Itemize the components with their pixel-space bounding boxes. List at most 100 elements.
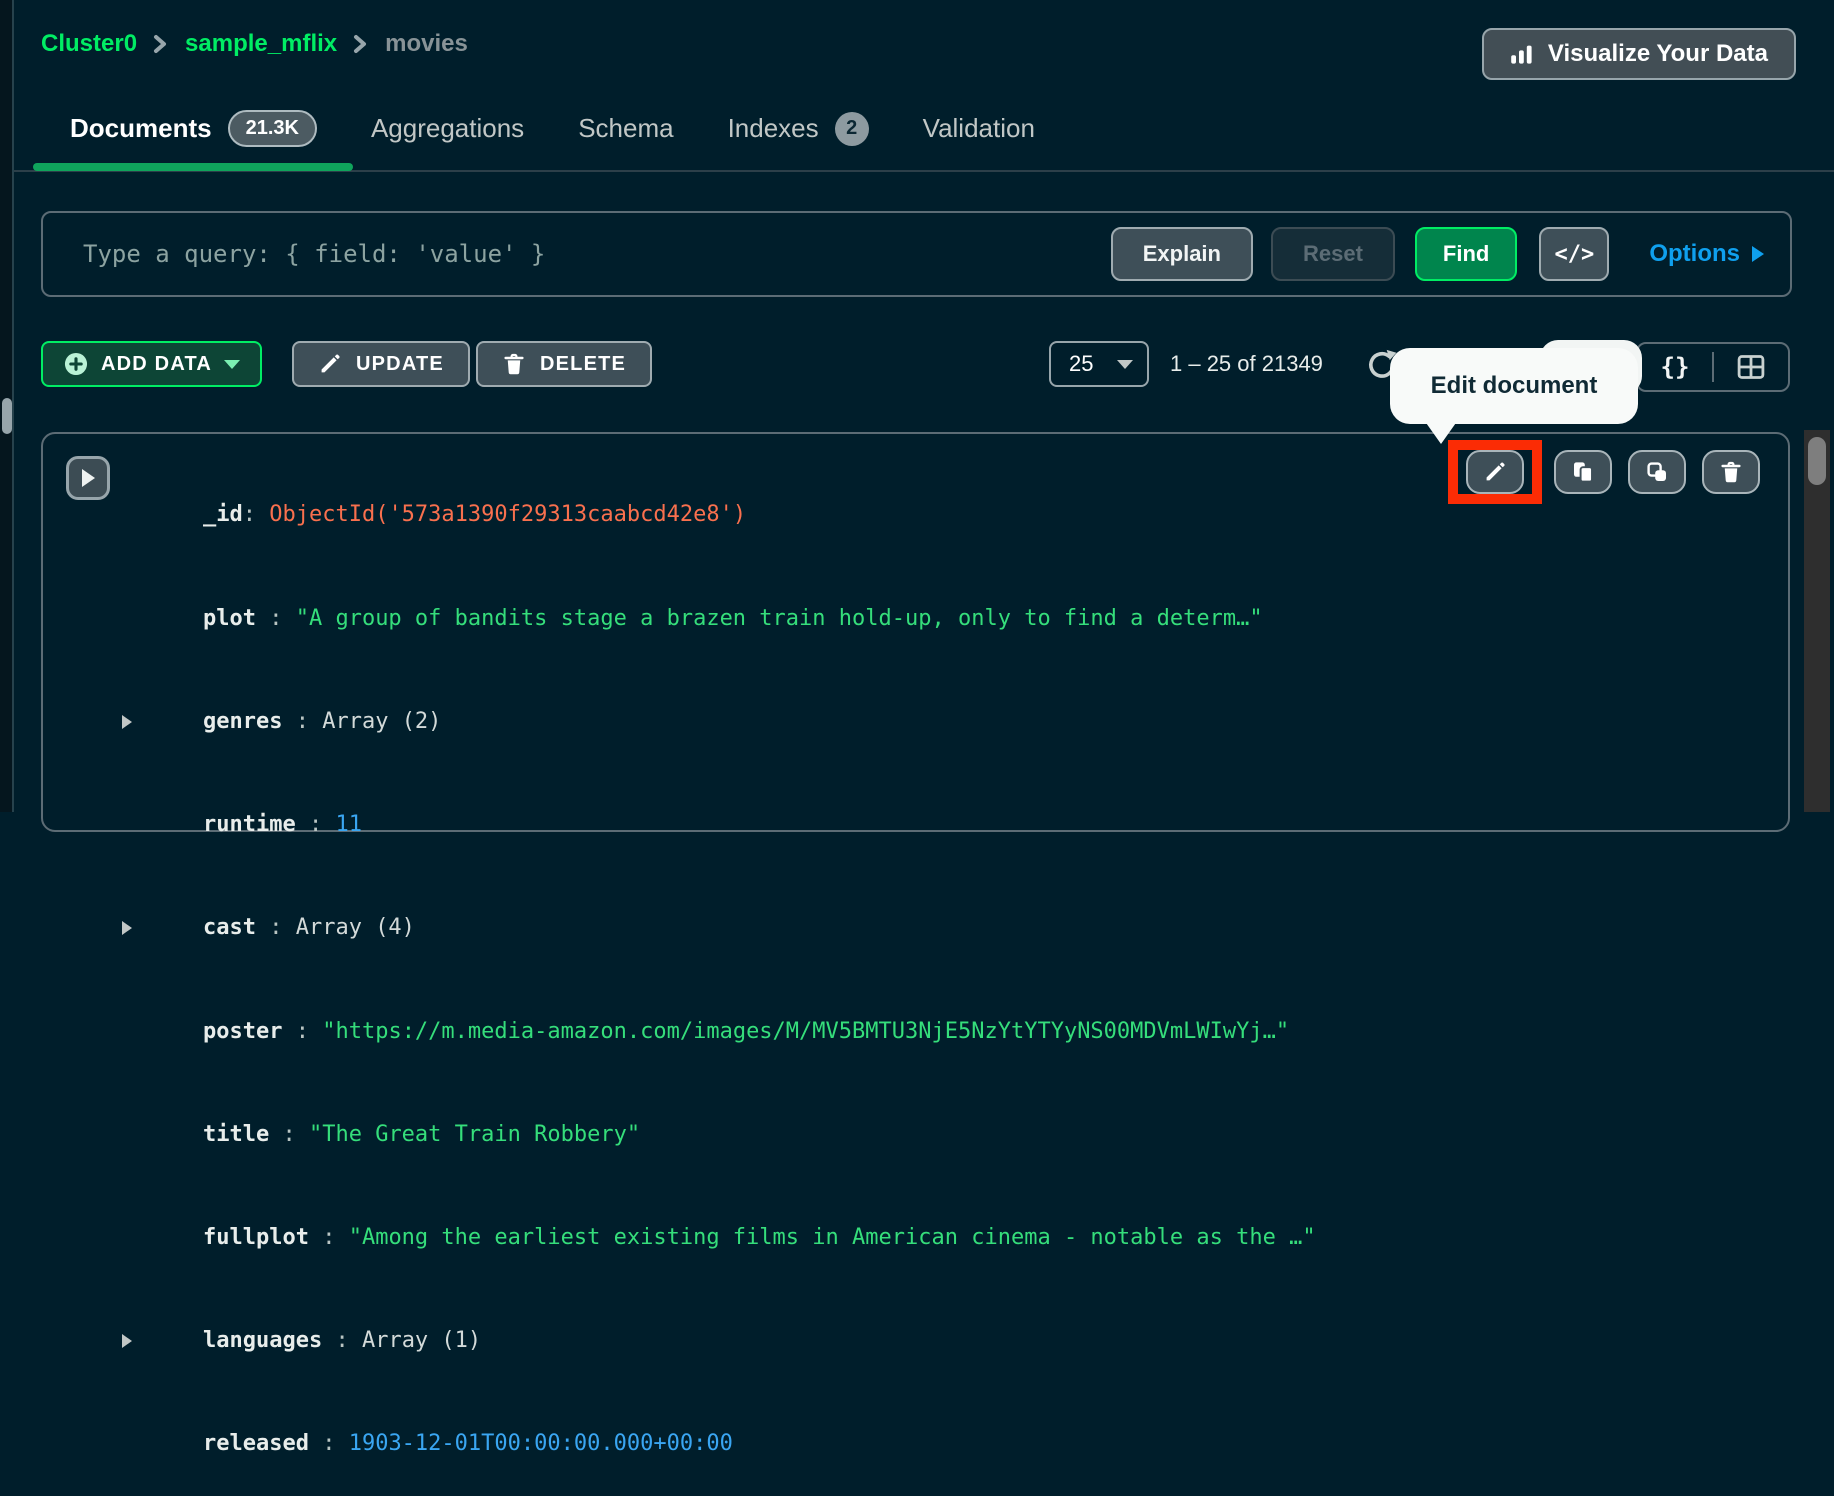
clone-document-button[interactable] <box>1628 450 1686 494</box>
field-value: Array (1) <box>362 1328 481 1353</box>
table-view-button[interactable] <box>1714 344 1788 390</box>
field-separator: : <box>256 606 296 631</box>
field-separator: : <box>256 915 296 940</box>
document-field-row: plot : "A group of bandits stage a braze… <box>150 567 1430 670</box>
field-value: "Among the earliest existing films in Am… <box>349 1225 1316 1250</box>
find-button[interactable]: Find <box>1415 227 1517 281</box>
document-field-row: genres : Array (2) <box>150 670 1430 773</box>
braces-icon: {} <box>1661 353 1690 381</box>
tab-documents[interactable]: Documents 21.3K <box>70 110 317 147</box>
tab-bar: Documents 21.3K Aggregations Schema Inde… <box>70 110 1035 147</box>
document-field-row: cast : Array (4) <box>150 877 1430 980</box>
field-key: genres <box>203 709 282 734</box>
trash-icon <box>1719 460 1743 484</box>
tab-indexes-label: Indexes <box>728 113 819 144</box>
document-field-row: title : "The Great Train Robbery" <box>150 1083 1430 1186</box>
scrollbar-thumb[interactable] <box>1808 437 1826 485</box>
field-separator: : <box>282 1019 322 1044</box>
sidebar-drag-handle[interactable] <box>2 398 12 434</box>
field-key: released <box>203 1431 309 1456</box>
pencil-icon <box>318 352 342 376</box>
field-key: title <box>203 1122 269 1147</box>
clone-icon <box>1645 460 1669 484</box>
chevron-down-icon <box>1117 360 1133 369</box>
field-key: plot <box>203 606 256 631</box>
code-toggle-button[interactable]: </> <box>1539 227 1609 281</box>
tooltip-label: Edit document <box>1431 372 1598 400</box>
reset-button[interactable]: Reset <box>1271 227 1395 281</box>
indexes-count-badge: 2 <box>835 112 869 146</box>
expand-arrow-icon[interactable] <box>122 715 132 729</box>
field-key: languages <box>203 1328 322 1353</box>
update-button[interactable]: UPDATE <box>292 341 470 387</box>
expand-arrow-icon[interactable] <box>122 921 132 935</box>
view-switcher: {} <box>1636 342 1790 392</box>
breadcrumb-collection: movies <box>385 30 468 58</box>
tab-schema-label: Schema <box>578 113 673 144</box>
trash-icon <box>502 352 526 376</box>
table-view-icon <box>1737 354 1765 380</box>
breadcrumb-cluster[interactable]: Cluster0 <box>41 30 137 58</box>
document-field-row: runtime : 11 <box>150 774 1430 877</box>
document-field-row: fullplot : "Among the earliest existing … <box>150 1187 1430 1290</box>
document-field-row: languages : Array (1) <box>150 1290 1430 1393</box>
edit-document-button[interactable] <box>1466 450 1524 494</box>
field-separator: : <box>309 1225 349 1250</box>
delete-button[interactable]: DELETE <box>476 341 652 387</box>
add-data-label: ADD DATA <box>101 353 212 376</box>
field-key: fullplot <box>203 1225 309 1250</box>
field-value: "The Great Train Robbery" <box>309 1122 640 1147</box>
bar-chart-icon <box>1510 42 1534 66</box>
field-value: "A group of bandits stage a brazen train… <box>296 606 1263 631</box>
tab-aggregations[interactable]: Aggregations <box>371 113 524 144</box>
breadcrumb-database[interactable]: sample_mflix <box>185 30 337 58</box>
field-value: 1903-12-01T00:00:00.000+00:00 <box>349 1431 733 1456</box>
field-value: 11 <box>335 812 362 837</box>
tooltip-tail <box>1424 420 1458 444</box>
field-value: "https://m.media-amazon.com/images/M/MV5… <box>322 1019 1289 1044</box>
document-fields: _id: ObjectId('573a1390f29313caabcd42e8'… <box>150 464 1430 1496</box>
documents-count-badge: 21.3K <box>228 110 317 147</box>
page-size-value: 25 <box>1069 351 1093 377</box>
expand-arrow-icon[interactable] <box>122 1334 132 1348</box>
field-key: _id <box>203 502 243 527</box>
tab-schema[interactable]: Schema <box>578 113 673 144</box>
copy-document-button[interactable] <box>1554 450 1612 494</box>
plus-circle-icon <box>63 351 89 377</box>
query-input[interactable]: Type a query: { field: 'value' } <box>83 240 1111 268</box>
field-key: runtime <box>203 812 296 837</box>
document-field-row: released : 1903-12-01T00:00:00.000+00:00 <box>150 1393 1430 1496</box>
field-value: ObjectId('573a1390f29313caabcd42e8') <box>269 502 746 527</box>
field-separator: : <box>243 502 270 527</box>
pagination-range: 1 – 25 of 21349 <box>1170 341 1323 387</box>
tab-indexes[interactable]: Indexes 2 <box>728 112 869 146</box>
field-value: Array (4) <box>296 915 415 940</box>
field-separator: : <box>322 1328 362 1353</box>
field-separator: : <box>269 1122 309 1147</box>
tab-aggregations-label: Aggregations <box>371 113 524 144</box>
field-value: Array (2) <box>322 709 441 734</box>
explain-button[interactable]: Explain <box>1111 227 1253 281</box>
json-view-button[interactable]: {} <box>1638 344 1712 390</box>
delete-document-button[interactable] <box>1702 450 1760 494</box>
delete-label: DELETE <box>540 353 626 376</box>
chevron-right-icon <box>353 34 369 54</box>
scrollbar-track <box>1804 430 1830 812</box>
document-field-row: poster : "https://m.media-amazon.com/ima… <box>150 980 1430 1083</box>
chevron-right-icon <box>153 34 169 54</box>
field-separator: : <box>309 1431 349 1456</box>
play-icon <box>82 469 95 487</box>
copy-icon <box>1571 460 1595 484</box>
visualize-your-data-button[interactable]: Visualize Your Data <box>1482 28 1796 80</box>
options-toggle[interactable]: Options <box>1649 240 1764 268</box>
breadcrumb: Cluster0 sample_mflix movies <box>41 30 468 58</box>
add-data-button[interactable]: ADD DATA <box>41 341 262 387</box>
tab-validation-label: Validation <box>923 113 1035 144</box>
update-label: UPDATE <box>356 353 444 376</box>
field-key: poster <box>203 1019 282 1044</box>
page-size-select[interactable]: 25 <box>1049 341 1149 387</box>
expand-document-button[interactable] <box>66 456 110 500</box>
document-field-row: _id: ObjectId('573a1390f29313caabcd42e8'… <box>150 464 1430 567</box>
pencil-icon <box>1483 460 1507 484</box>
tab-validation[interactable]: Validation <box>923 113 1035 144</box>
